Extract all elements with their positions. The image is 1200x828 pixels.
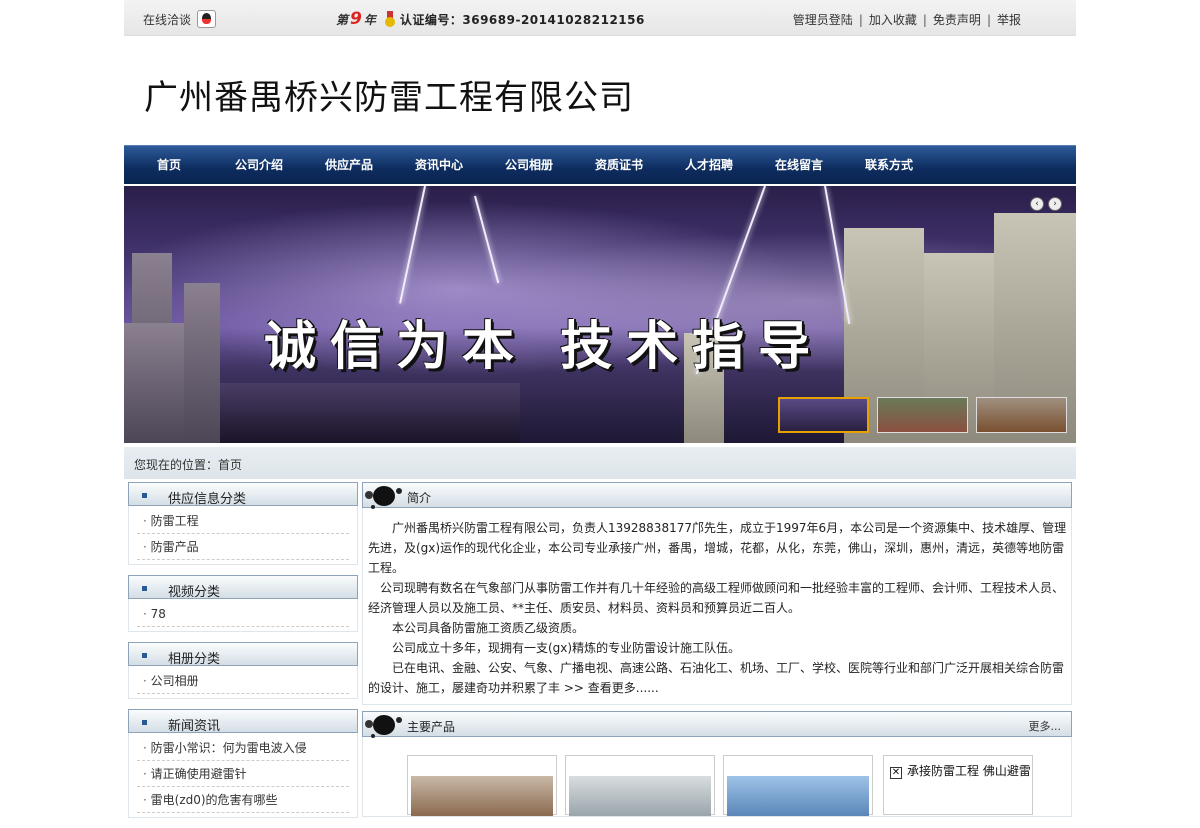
sidebar-heading: 相册分类 xyxy=(128,642,358,667)
intro-paragraph: 本公司具备防雷施工资质乙级资质。 xyxy=(368,621,585,635)
nav-item-message[interactable]: 在线留言 xyxy=(775,156,823,173)
certification-number: 认证编号：369689-20141028212156 xyxy=(399,12,645,27)
sidebar-heading: 新闻资讯 xyxy=(128,709,358,734)
products-title: 主要产品 xyxy=(407,720,456,734)
building-silhouette xyxy=(124,323,184,443)
product-popup[interactable]: ✕ 承接防雷工程 佛山避雷 xyxy=(883,755,1033,815)
sidebar-list: 防雷小常识：何为雷电波入侵 请正确使用避雷针 雷电(zd0)的危害有哪些 xyxy=(128,733,358,818)
nav-item-contact[interactable]: 联系方式 xyxy=(865,156,913,173)
nav-item-jobs[interactable]: 人才招聘 xyxy=(685,156,733,173)
city-shoreline xyxy=(220,383,520,443)
sidebar-item[interactable]: 公司相册 xyxy=(137,668,349,694)
intro-body: 广州番禺桥兴防雷工程有限公司，负责人13928838177邝先生，成立于1997… xyxy=(362,508,1072,705)
sidebar-news: 新闻资讯 防雷小常识：何为雷电波入侵 请正确使用避雷针 雷电(zd0)的危害有哪… xyxy=(128,709,358,818)
products-list: ✕ 承接防雷工程 佛山避雷 xyxy=(362,737,1072,817)
report-link[interactable]: 举报 xyxy=(997,13,1021,27)
medal-icon xyxy=(384,11,396,27)
sidebar-heading: 视频分类 xyxy=(128,575,358,600)
intro-title: 简介 xyxy=(407,491,432,505)
year-prefix: 第 xyxy=(336,13,349,27)
top-bar: 在线洽谈 第9年 认证编号：369689-20141028212156 管理员登… xyxy=(124,0,1076,36)
sidebar-item[interactable]: 防雷工程 xyxy=(137,508,349,534)
nav-item-news[interactable]: 资讯中心 xyxy=(415,156,463,173)
ink-splash-icon xyxy=(363,712,405,737)
breadcrumb: 您现在的位置：首页 xyxy=(124,447,1076,479)
close-icon[interactable]: ✕ xyxy=(890,767,902,779)
online-chat-label: 在线洽谈 xyxy=(143,12,192,27)
top-links: 管理员登陆 | 加入收藏 | 免责声明 | 举报 xyxy=(793,11,1021,28)
sidebar-list: 防雷工程 防雷产品 xyxy=(128,506,358,565)
product-image xyxy=(569,776,711,816)
sidebar-list: 78 xyxy=(128,599,358,632)
qq-chat-icon[interactable] xyxy=(197,10,217,28)
sidebar-item[interactable]: 雷电(zd0)的危害有哪些 xyxy=(137,787,349,813)
product-card[interactable] xyxy=(407,755,557,816)
sidebar-album-categories: 相册分类 公司相册 xyxy=(128,642,358,699)
main-nav: 首页 公司介绍 供应产品 资讯中心 公司相册 资质证书 人才招聘 在线留言 联系… xyxy=(124,145,1076,184)
slide-thumbnail-2[interactable] xyxy=(877,397,968,433)
sidebar-video-categories: 视频分类 78 xyxy=(128,575,358,632)
main-content: 简介 广州番禺桥兴防雷工程有限公司，负责人13928838177邝先生，成立于1… xyxy=(362,482,1072,817)
ink-splash-icon xyxy=(363,483,405,508)
sidebar-item[interactable]: 防雷产品 xyxy=(137,534,349,560)
product-image xyxy=(727,776,869,816)
product-popup-text: 承接防雷工程 佛山避雷 xyxy=(907,764,1031,778)
nav-item-certificates[interactable]: 资质证书 xyxy=(595,156,643,173)
online-chat[interactable]: 在线洽谈 xyxy=(143,10,217,28)
sidebar-supply-categories: 供应信息分类 防雷工程 防雷产品 xyxy=(128,482,358,565)
intro-paragraph-text: 已在电讯、金融、公安、气象、广播电视、高速公路、石油化工、机场、工厂、学校、医院… xyxy=(368,661,1065,695)
product-card[interactable] xyxy=(723,755,873,816)
sidebar-heading: 供应信息分类 xyxy=(128,482,358,507)
nav-item-about[interactable]: 公司介绍 xyxy=(235,156,283,173)
intro-paragraph: 已在电讯、金融、公安、气象、广播电视、高速公路、石油化工、机场、工厂、学校、医院… xyxy=(368,658,1067,698)
sidebar-item[interactable]: 防雷小常识：何为雷电波入侵 xyxy=(137,735,349,761)
disclaimer-link[interactable]: 免责声明 xyxy=(933,13,981,27)
sidebar-item[interactable]: 78 xyxy=(137,601,349,627)
intro-paragraph: 公司现聘有数名在气象部门从事防雷工作并有几十年经验的高级工程师做顾问和一批经验丰… xyxy=(368,581,1065,615)
page: 在线洽谈 第9年 认证编号：369689-20141028212156 管理员登… xyxy=(124,0,1076,818)
company-name: 广州番禺桥兴防雷工程有限公司 xyxy=(144,78,634,118)
sidebar-item[interactable]: 请正确使用避雷针 xyxy=(137,761,349,787)
year-suffix: 年 xyxy=(363,13,376,27)
separator: | xyxy=(922,13,927,27)
products-more-link[interactable]: 更多... xyxy=(1029,718,1062,734)
year-number: 9 xyxy=(350,9,362,29)
separator: | xyxy=(986,13,991,27)
nav-item-album[interactable]: 公司相册 xyxy=(505,156,553,173)
intro-paragraph: 广州番禺桥兴防雷工程有限公司，负责人13928838177邝先生，成立于1997… xyxy=(368,521,1067,575)
admin-login-link[interactable]: 管理员登陆 xyxy=(793,13,853,27)
intro-header: 简介 xyxy=(362,482,1072,508)
add-favorite-link[interactable]: 加入收藏 xyxy=(869,13,917,27)
products-header: 主要产品 更多... xyxy=(362,711,1072,737)
banner-slideshow[interactable]: 诚信为本 技术指导 ‹ › xyxy=(124,186,1076,443)
building-silhouette xyxy=(184,283,220,443)
banner-slogan: 诚信为本 技术指导 xyxy=(264,316,825,377)
slide-prev-button[interactable]: ‹ xyxy=(1030,197,1044,211)
nav-item-home[interactable]: 首页 xyxy=(157,156,181,173)
lightning-bolt xyxy=(399,186,426,304)
sidebar-list: 公司相册 xyxy=(128,666,358,699)
slide-next-button[interactable]: › xyxy=(1048,197,1062,211)
sidebar: 供应信息分类 防雷工程 防雷产品 视频分类 78 相册分类 公司相册 新闻资讯 … xyxy=(128,482,358,828)
slide-thumbnail-1[interactable] xyxy=(778,397,869,433)
nav-item-products[interactable]: 供应产品 xyxy=(325,156,373,173)
separator: | xyxy=(858,13,863,27)
view-more-link[interactable]: >> 查看更多...... xyxy=(564,681,659,695)
membership-years-badge: 第9年 xyxy=(336,9,376,29)
certification-info: 第9年 认证编号：369689-20141028212156 xyxy=(336,9,645,29)
product-image xyxy=(411,776,553,816)
product-card[interactable] xyxy=(565,755,715,816)
slide-thumbnail-3[interactable] xyxy=(976,397,1067,433)
intro-paragraph: 公司成立十多年，现拥有一支(gx)精炼的专业防雷设计施工队伍。 xyxy=(368,641,741,655)
lightning-bolt xyxy=(474,195,500,284)
